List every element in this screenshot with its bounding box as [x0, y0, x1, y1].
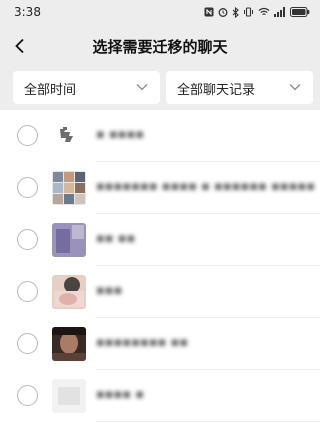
select-radio[interactable]: [17, 333, 38, 354]
select-radio[interactable]: [17, 281, 38, 302]
status-bar: 3:38: [0, 0, 320, 26]
chat-row[interactable]: ▪▪▪▪▪▪▪ ▪▪▪▪ ▪ ▪▪▪▪▪▪ ▪▪▪▪▪…: [0, 162, 320, 214]
avatar: [52, 223, 86, 257]
chevron-down-icon: [136, 84, 148, 91]
time-filter-dropdown[interactable]: 全部时间: [13, 71, 160, 104]
chat-row[interactable]: ▪▪▪: [0, 266, 320, 318]
select-radio[interactable]: [17, 229, 38, 250]
chat-name: ▪▪▪▪▪▪▪ ▪▪▪▪ ▪ ▪▪▪▪▪▪ ▪▪▪▪▪…: [96, 179, 316, 194]
avatar: [52, 327, 86, 361]
avatar: [52, 171, 86, 205]
divider: [96, 421, 320, 422]
chevron-down-icon: [289, 84, 301, 91]
chat-name: ▪▪ ▪▪: [96, 231, 136, 246]
avatar-image: [52, 379, 86, 413]
avatar-image: [52, 275, 86, 309]
chat-name: ▪▪▪▪▪▪▪▪ ▪▪: [96, 335, 189, 350]
chat-row[interactable]: ▪▪▪▪▪▪▪▪ ▪▪: [0, 318, 320, 370]
chat-row[interactable]: ▪ ▪▪▪▪: [0, 110, 320, 162]
avatar: [52, 119, 86, 153]
select-radio[interactable]: [17, 385, 38, 406]
avatar-image: [52, 223, 86, 257]
time-filter-label: 全部时间: [24, 83, 77, 98]
status-time: 3:38: [14, 5, 41, 19]
group-avatar-image: [52, 171, 86, 205]
signal-icon: [274, 7, 285, 17]
content-filter-label: 全部聊天记录: [177, 83, 256, 98]
content-filter-dropdown[interactable]: 全部聊天记录: [166, 71, 313, 104]
alarm-icon: [218, 8, 228, 17]
avatar-image: [52, 119, 86, 153]
select-radio[interactable]: [17, 125, 38, 146]
page-title: 选择需要迁移的聊天: [92, 38, 228, 56]
back-button[interactable]: [6, 32, 34, 60]
avatar-image: [52, 327, 86, 361]
battery-icon: [290, 7, 310, 17]
nfc-icon: [204, 7, 214, 17]
chat-row[interactable]: ▪▪ ▪▪: [0, 214, 320, 266]
chat-name: ▪▪▪▪ ▪: [96, 387, 145, 402]
avatar: [52, 275, 86, 309]
nav-bar: 选择需要迁移的聊天: [0, 26, 320, 66]
avatar: [52, 379, 86, 413]
chat-row[interactable]: ▪▪▪▪ ▪: [0, 370, 320, 422]
chat-name: ▪▪▪: [96, 283, 123, 298]
filter-bar: 全部时间 全部聊天记录: [0, 66, 320, 110]
wifi-icon: [258, 7, 270, 16]
bluetooth-icon: [232, 6, 239, 18]
vibrate-icon: [244, 7, 253, 17]
chat-list: ▪ ▪▪▪▪ ▪▪▪▪▪▪▪ ▪▪▪▪ ▪ ▪▪▪▪▪▪ ▪▪▪▪▪… ▪▪ ▪…: [0, 110, 320, 424]
status-icons: [204, 6, 310, 18]
select-radio[interactable]: [17, 177, 38, 198]
chat-name: ▪ ▪▪▪▪: [96, 127, 145, 142]
chevron-left-icon: [15, 38, 24, 54]
